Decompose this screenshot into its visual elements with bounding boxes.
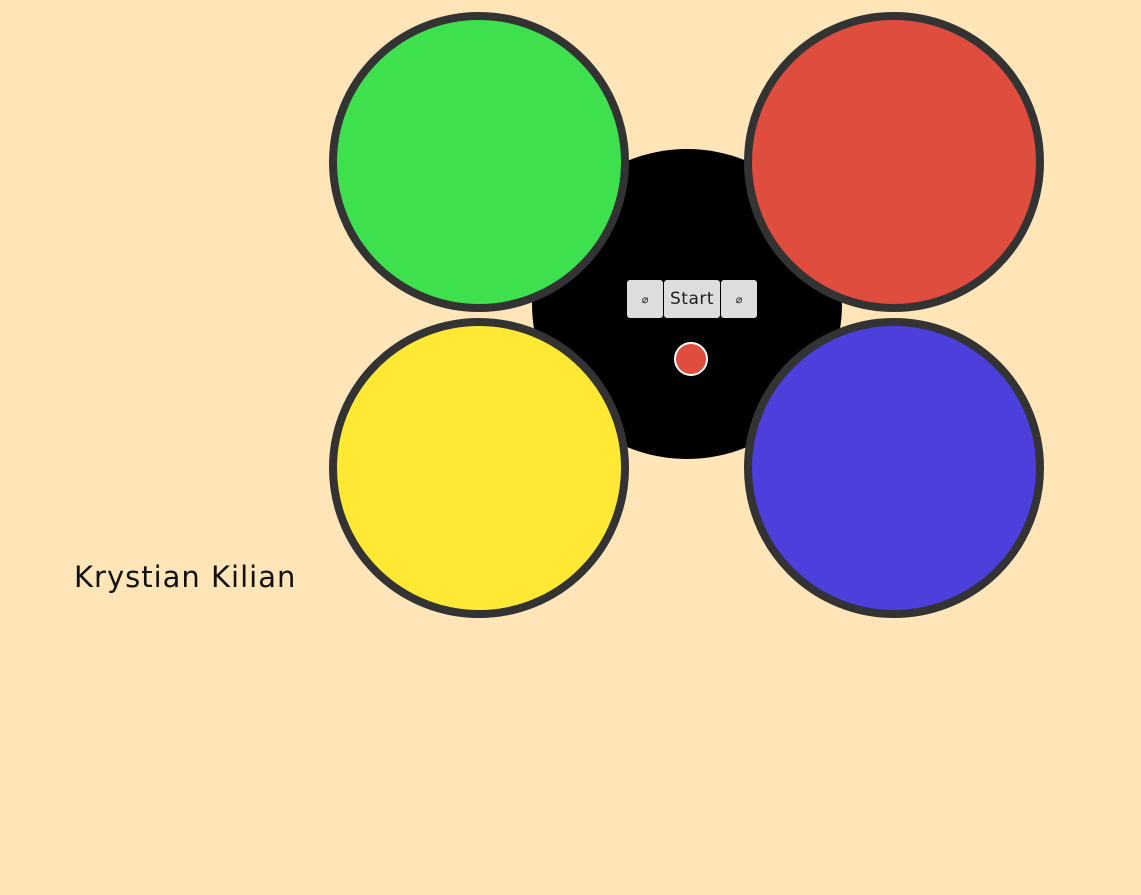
- left-control-button[interactable]: ⌀: [627, 280, 663, 318]
- status-indicator: [674, 342, 708, 376]
- right-control-button[interactable]: ⌀: [721, 280, 757, 318]
- pad-red[interactable]: [744, 12, 1044, 312]
- pad-green[interactable]: [329, 12, 629, 312]
- author-name: Krystian Kilian: [74, 560, 297, 594]
- control-bar: ⌀ Start ⌀: [627, 280, 757, 318]
- game-board: ⌀ Start ⌀ Krystian Kilian: [0, 0, 1141, 895]
- start-button[interactable]: Start: [664, 280, 720, 318]
- pad-yellow[interactable]: [329, 318, 629, 618]
- pad-blue[interactable]: [744, 318, 1044, 618]
